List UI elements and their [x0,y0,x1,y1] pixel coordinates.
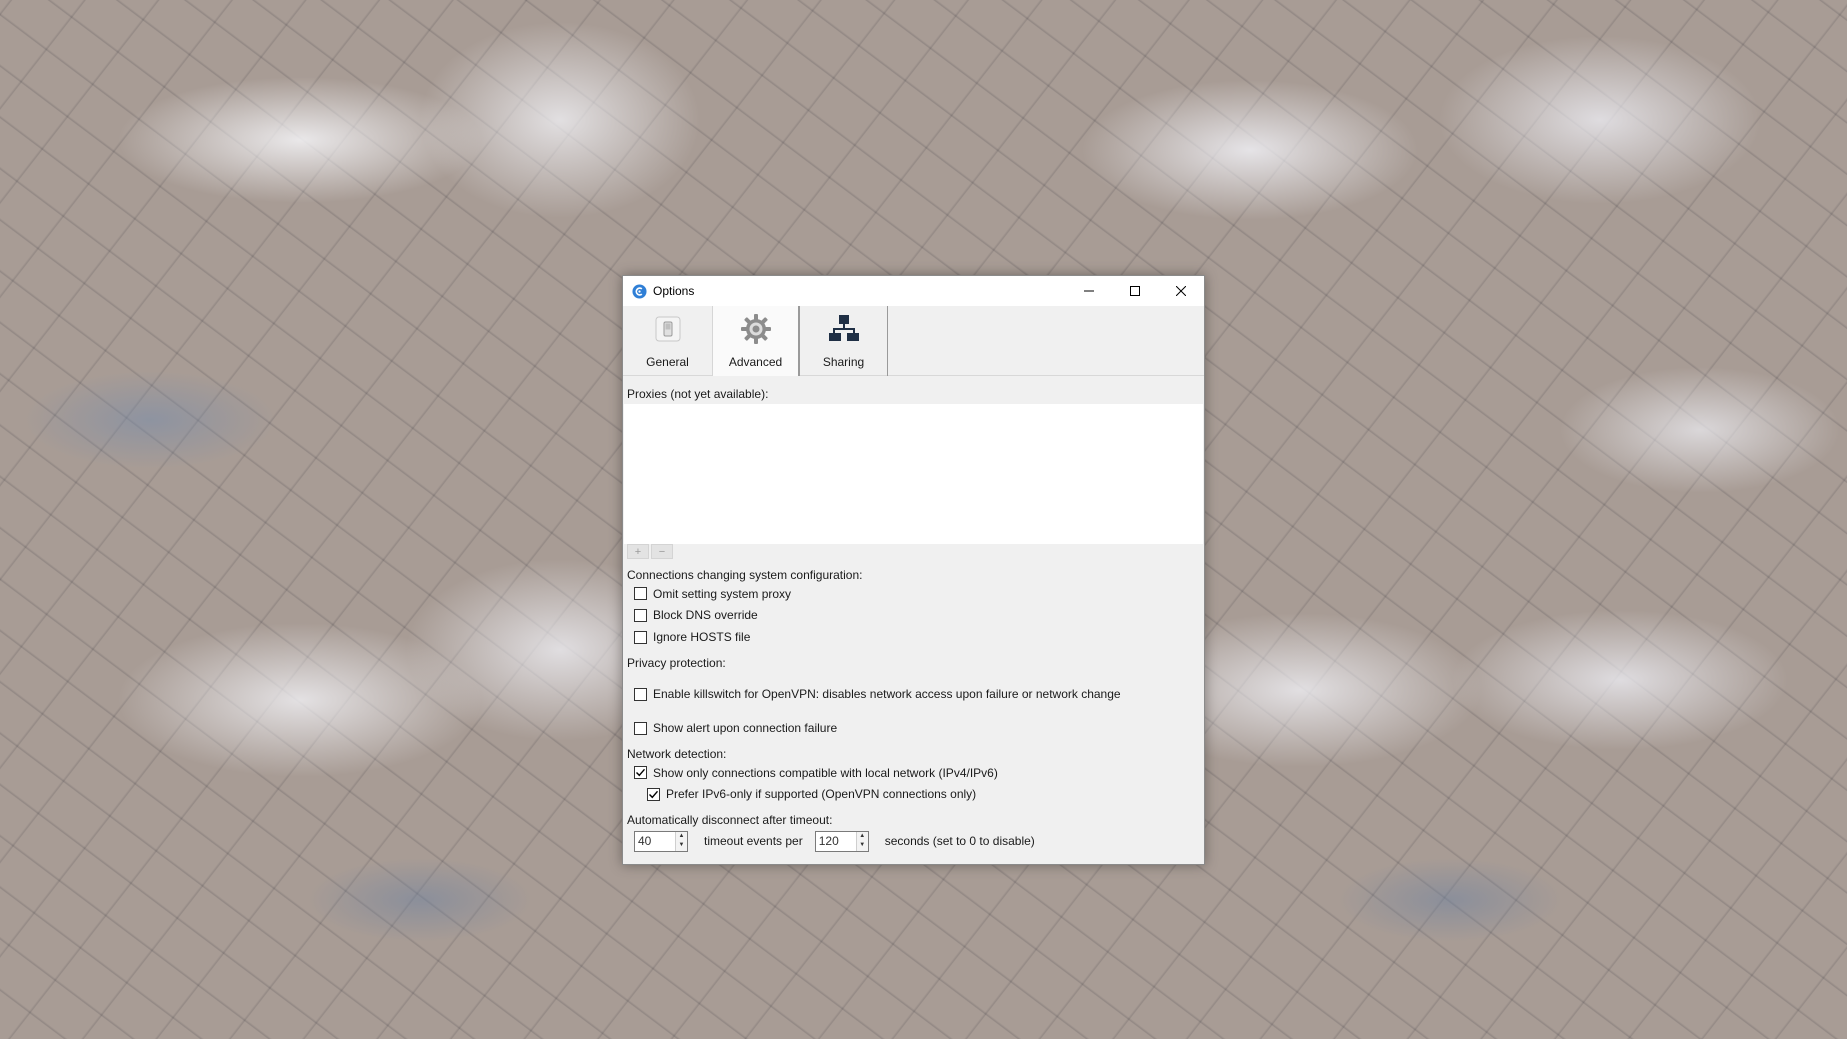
window-title: Options [653,284,695,298]
connection-alert-checkbox[interactable] [634,721,647,735]
app-logo-icon [631,283,647,299]
system-config-label: Connections changing system configuratio… [627,568,863,582]
timeout-seconds-text: seconds (set to 0 to disable) [884,834,1035,848]
stepper-down-icon[interactable]: ▼ [857,841,868,851]
connection-alert-row[interactable]: Show alert upon connection failure [627,717,1200,739]
timeout-events-text: timeout events per [704,834,803,848]
tab-advanced-label: Advanced [728,355,783,369]
tab-general-label: General [646,355,689,369]
prefer-ipv6-row[interactable]: Prefer IPv6-only if supported (OpenVPN c… [627,783,1200,805]
timeout-row: ▲ ▼ timeout events per ▲ ▼ seconds (set … [627,829,1200,853]
checkmark-icon [636,768,646,777]
advanced-panel: Proxies (not yet available): + − Connect… [623,387,1204,853]
killswitch-label: Enable killswitch for OpenVPN: disables … [653,687,1121,701]
maximize-button[interactable] [1112,276,1158,306]
timeout-seconds-stepper[interactable]: ▲ ▼ [814,830,869,852]
ignore-hosts-label: Ignore HOSTS file [653,630,751,644]
gear-icon [739,309,773,349]
proxies-label: Proxies (not yet available): [627,387,769,401]
compatible-only-row[interactable]: Show only connections compatible with lo… [627,762,1200,783]
compatible-only-label: Show only connections compatible with lo… [653,765,998,780]
stepper-down-icon[interactable]: ▼ [676,841,687,851]
ignore-hosts-row[interactable]: Ignore HOSTS file [627,626,1200,648]
timeout-events-stepper[interactable]: ▲ ▼ [634,830,688,852]
block-dns-row[interactable]: Block DNS override [627,604,1200,626]
tab-sharing[interactable]: Sharing [800,306,888,376]
tab-toolbar: General Advanced Sharing [623,306,1204,376]
minimize-icon [1084,290,1094,292]
timeout-seconds-input[interactable] [815,831,856,851]
prefer-ipv6-label: Prefer IPv6-only if supported (OpenVPN c… [666,787,977,801]
prefer-ipv6-checkbox[interactable] [647,787,660,801]
tab-sharing-label: Sharing [822,355,865,369]
stepper-up-icon[interactable]: ▲ [857,832,868,842]
close-button[interactable] [1158,276,1204,306]
close-icon [1176,286,1186,296]
omit-proxy-row[interactable]: Omit setting system proxy [627,583,1200,604]
connection-alert-label: Show alert upon connection failure [653,721,838,735]
tab-advanced[interactable]: Advanced [712,306,800,376]
switch-icon [652,309,684,349]
proxy-list[interactable] [624,404,1203,544]
network-icon [827,309,861,349]
compatible-only-checkbox[interactable] [634,766,647,779]
block-dns-label: Block DNS override [653,608,758,622]
minimize-button[interactable] [1066,276,1112,306]
killswitch-row[interactable]: Enable killswitch for OpenVPN: disables … [627,683,1200,705]
timeout-events-input[interactable] [635,831,675,851]
tab-general[interactable]: General [624,306,712,376]
block-dns-checkbox[interactable] [634,608,647,622]
ignore-hosts-checkbox[interactable] [634,630,647,644]
omit-proxy-label: Omit setting system proxy [653,586,792,601]
title-bar[interactable]: Options [623,276,1204,306]
maximize-icon [1130,286,1140,296]
add-proxy-button[interactable]: + [627,544,649,559]
timeout-label: Automatically disconnect after timeout: [627,813,833,827]
network-detection-label: Network detection: [627,747,727,761]
stepper-up-icon[interactable]: ▲ [676,832,687,842]
checkmark-icon [649,790,659,798]
options-window: Options General Advanced Sharing Proxies… [622,275,1205,865]
killswitch-checkbox[interactable] [634,687,647,701]
privacy-label: Privacy protection: [627,656,726,670]
remove-proxy-button[interactable]: − [651,544,673,559]
omit-proxy-checkbox[interactable] [634,587,647,600]
